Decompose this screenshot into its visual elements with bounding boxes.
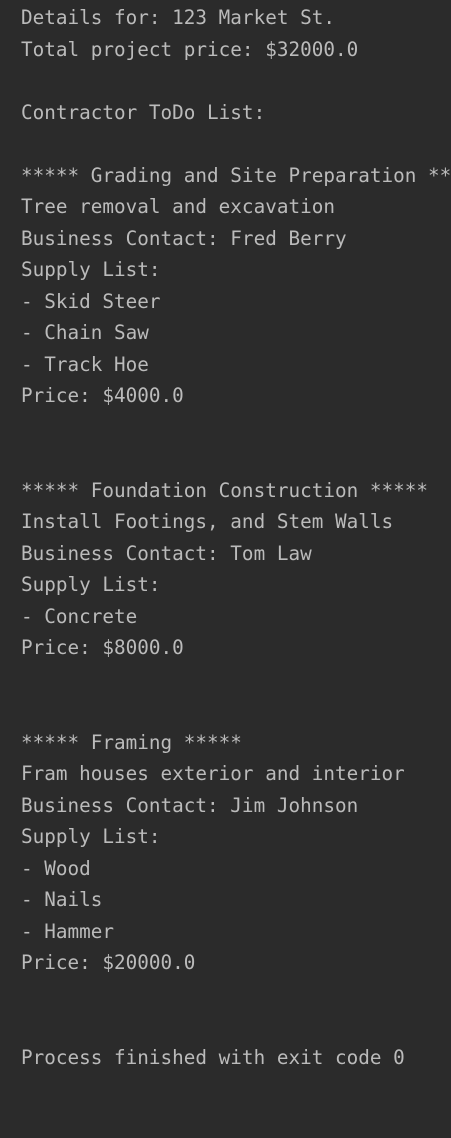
supply-list-label: Supply List: xyxy=(21,825,161,848)
console-lines: Details for: 123 Market St. Total projec… xyxy=(21,2,451,1073)
supply-item: - Track Hoe xyxy=(21,352,149,376)
exit-message: Process finished with exit code 0 xyxy=(21,1045,405,1069)
details-line: Details for: 123 Market St. xyxy=(21,6,335,29)
todo-title-line: Contractor ToDo List: xyxy=(21,100,266,124)
total-price-line: Total project price: $32000.0 xyxy=(21,37,359,61)
task-price: Price: $20000.0 xyxy=(21,951,196,974)
run-console-output[interactable]: Details for: 123 Market St. Total projec… xyxy=(0,0,451,1138)
task-heading: ***** Foundation Construction ***** xyxy=(21,478,428,502)
task-heading: ***** Grading and Site Preparation ***** xyxy=(21,163,451,187)
task-price: Price: $8000.0 xyxy=(21,636,184,659)
supply-item: - Wood xyxy=(21,856,91,880)
supply-item: - Hammer xyxy=(21,919,115,943)
supply-list-label: Supply List: xyxy=(21,258,161,281)
task-description: Install Footings, and Stem Walls xyxy=(21,510,394,533)
supply-list-label: Supply List: xyxy=(21,573,161,596)
supply-item: - Chain Saw xyxy=(21,321,149,344)
task-description: Tree removal and excavation xyxy=(21,195,335,218)
task-contact: Business Contact: Fred Berry xyxy=(21,226,347,250)
task-heading: ***** Framing ***** xyxy=(21,730,242,754)
supply-item: - Nails xyxy=(21,888,103,911)
task-description: Fram houses exterior and interior xyxy=(21,762,405,785)
task-contact: Business Contact: Tom Law xyxy=(21,541,312,565)
supply-item: - Skid Steer xyxy=(21,289,161,313)
task-contact: Business Contact: Jim Johnson xyxy=(21,793,359,817)
supply-item: - Concrete xyxy=(21,604,138,628)
task-price: Price: $4000.0 xyxy=(21,384,184,407)
